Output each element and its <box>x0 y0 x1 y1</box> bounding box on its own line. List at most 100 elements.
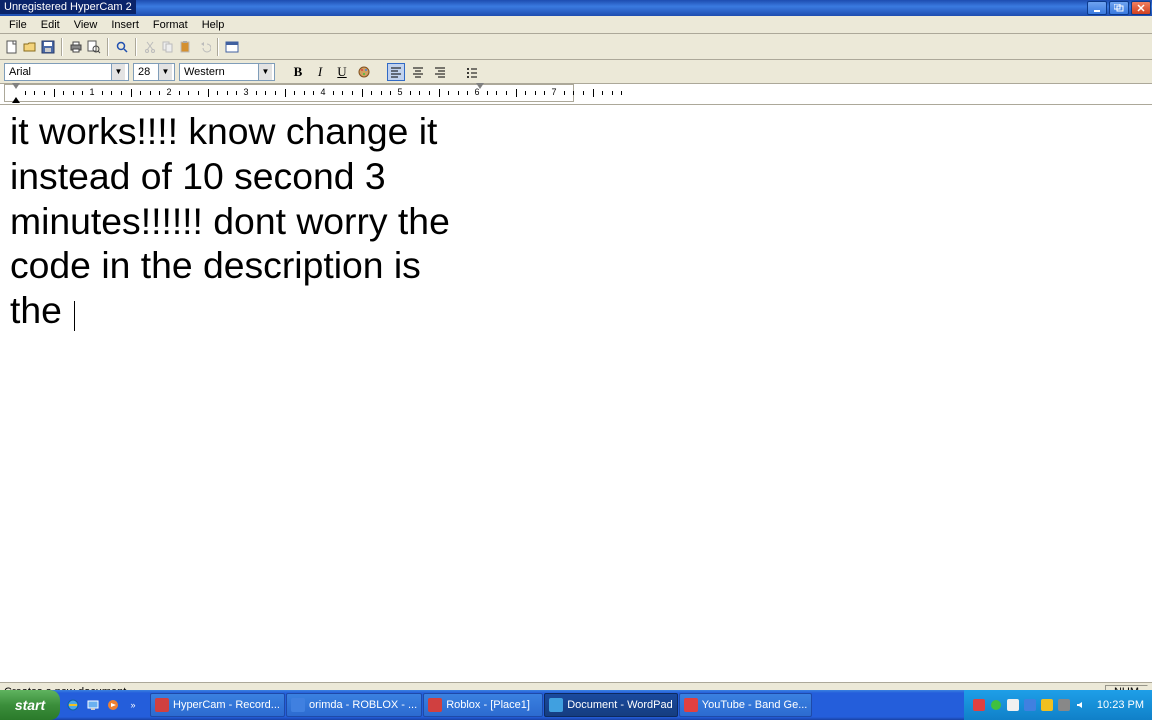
paste-icon <box>179 40 193 54</box>
text-cursor <box>74 301 75 331</box>
open-folder-icon <box>23 40 37 54</box>
font-size-input[interactable] <box>134 64 158 80</box>
align-left-icon <box>390 66 402 78</box>
font-size-combo[interactable]: ▼ <box>133 63 175 81</box>
color-palette-icon <box>357 65 371 79</box>
start-button[interactable]: start <box>0 690 60 720</box>
app-icon <box>428 698 442 712</box>
font-name-input[interactable] <box>5 64 111 80</box>
tray-icon-4[interactable] <box>1023 698 1037 712</box>
find-button[interactable] <box>114 39 130 55</box>
menu-insert[interactable]: Insert <box>104 18 146 32</box>
chevron-right-icon: » <box>130 700 135 710</box>
taskbar-item[interactable]: Roblox - [Place1] <box>423 693 543 717</box>
menu-format[interactable]: Format <box>146 18 195 32</box>
quick-launch-desktop[interactable] <box>84 694 102 716</box>
maximize-button[interactable] <box>1109 1 1129 15</box>
quick-launch-more[interactable]: » <box>124 694 142 716</box>
chevron-down-icon[interactable]: ▼ <box>258 64 272 80</box>
taskbar-item[interactable]: YouTube - Band Ge... <box>679 693 813 717</box>
undo-button[interactable] <box>196 39 212 55</box>
align-center-icon <box>412 66 424 78</box>
ruler-number: 4 <box>320 87 325 97</box>
ie-icon <box>66 698 80 712</box>
app-icon <box>155 698 169 712</box>
hypercam-overlay: Unregistered HyperCam 2 <box>0 0 136 14</box>
menu-help[interactable]: Help <box>195 18 232 32</box>
menu-view[interactable]: View <box>67 18 105 32</box>
volume-icon <box>1075 699 1087 711</box>
first-line-indent-marker[interactable] <box>12 83 20 89</box>
undo-icon <box>197 40 211 54</box>
align-right-icon <box>434 66 446 78</box>
ruler-number: 3 <box>243 87 248 97</box>
print-preview-button[interactable] <box>86 39 102 55</box>
find-icon <box>115 40 129 54</box>
italic-button[interactable]: I <box>311 63 329 81</box>
bullets-icon <box>466 66 478 78</box>
chevron-down-icon[interactable]: ▼ <box>158 64 172 80</box>
taskbar-item-label: YouTube - Band Ge... <box>702 699 808 711</box>
taskbar: start » HyperCam - Record... orimda - ROB… <box>0 690 1152 720</box>
open-button[interactable] <box>22 39 38 55</box>
ruler-number: 5 <box>397 87 402 97</box>
save-button[interactable] <box>40 39 56 55</box>
document-text[interactable]: it works!!!! know change it instead of 1… <box>0 105 470 337</box>
color-button[interactable] <box>355 63 373 81</box>
tray-icon-5[interactable] <box>1040 698 1054 712</box>
align-center-button[interactable] <box>409 63 427 81</box>
print-button[interactable] <box>68 39 84 55</box>
copy-button[interactable] <box>160 39 176 55</box>
taskbar-item-label: orimda - ROBLOX - ... <box>309 699 417 711</box>
app-icon <box>549 698 563 712</box>
ruler-number: 6 <box>474 87 479 97</box>
desktop-icon <box>86 698 100 712</box>
bullets-button[interactable] <box>463 63 481 81</box>
formatbar: ▼ ▼ ▼ B I U <box>0 60 1152 84</box>
ruler[interactable]: 1 2 3 4 5 6 7 <box>4 84 574 102</box>
cut-icon <box>143 40 157 54</box>
tray-icon-3[interactable] <box>1006 698 1020 712</box>
document-area[interactable]: it works!!!! know change it instead of 1… <box>0 104 1152 685</box>
align-left-button[interactable] <box>387 63 405 81</box>
bold-button[interactable]: B <box>289 63 307 81</box>
quick-launch-ie[interactable] <box>64 694 82 716</box>
ruler-number: 7 <box>551 87 556 97</box>
underline-button[interactable]: U <box>333 63 351 81</box>
taskbar-item[interactable]: orimda - ROBLOX - ... <box>286 693 422 717</box>
datetime-icon <box>225 40 239 54</box>
menu-file[interactable]: File <box>2 18 34 32</box>
taskbar-item[interactable]: Document - WordPad <box>544 693 678 717</box>
close-button[interactable] <box>1131 1 1151 15</box>
taskbar-clock[interactable]: 10:23 PM <box>1097 699 1144 711</box>
font-name-combo[interactable]: ▼ <box>4 63 129 81</box>
script-combo[interactable]: ▼ <box>179 63 275 81</box>
taskbar-item-label: Roblox - [Place1] <box>446 699 530 711</box>
menubar: File Edit View Insert Format Help <box>0 16 1152 34</box>
app-titlebar <box>0 0 1152 16</box>
tray-volume-icon[interactable] <box>1074 698 1088 712</box>
tray-icon-6[interactable] <box>1057 698 1071 712</box>
script-input[interactable] <box>180 64 258 80</box>
minimize-button[interactable] <box>1087 1 1107 15</box>
new-document-button[interactable] <box>4 39 20 55</box>
ruler-number: 1 <box>89 87 94 97</box>
paste-button[interactable] <box>178 39 194 55</box>
app-icon <box>684 698 698 712</box>
ruler-number: 2 <box>166 87 171 97</box>
menu-edit[interactable]: Edit <box>34 18 67 32</box>
datetime-button[interactable] <box>224 39 240 55</box>
quick-launch-media[interactable] <box>104 694 122 716</box>
chevron-down-icon[interactable]: ▼ <box>111 64 125 80</box>
new-document-icon <box>5 40 19 54</box>
align-right-button[interactable] <box>431 63 449 81</box>
taskbar-item[interactable]: HyperCam - Record... <box>150 693 285 717</box>
toolbar <box>0 34 1152 60</box>
tray-icon-1[interactable] <box>972 698 986 712</box>
system-tray: 10:23 PM <box>964 690 1152 720</box>
tray-icon-2[interactable] <box>989 698 1003 712</box>
cut-button[interactable] <box>142 39 158 55</box>
left-tab-marker[interactable] <box>12 97 20 103</box>
copy-icon <box>161 40 175 54</box>
media-icon <box>106 698 120 712</box>
